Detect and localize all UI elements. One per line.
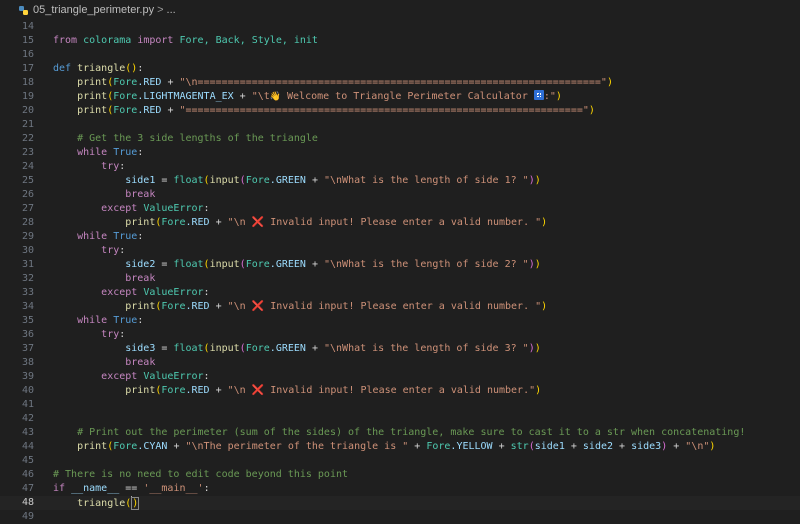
line-number: 40 <box>21 385 34 396</box>
waving-hand-icon: 👋 <box>269 92 281 102</box>
line-number: 16 <box>21 49 34 60</box>
code-line-48-active[interactable]: 48 triangle() <box>0 496 800 510</box>
cross-mark-icon: ❌ <box>251 217 265 228</box>
string-literal: "=======================================… <box>179 105 589 116</box>
code-line-15: 15 from colorama import Fore, Back, Style… <box>0 34 800 48</box>
line-number: 49 <box>21 511 34 522</box>
code-line-41: 41 <box>0 398 800 412</box>
line-number: 23 <box>21 147 34 158</box>
code-line-34: 34 print(Fore.RED + "\n ❌ Invalid input!… <box>0 300 800 314</box>
code-line-21: 21 <box>0 118 800 132</box>
code-line-20: 20 print(Fore.RED + "===================… <box>0 104 800 118</box>
code-line-33: 33 except ValueError: <box>0 286 800 300</box>
line-number: 27 <box>21 203 34 214</box>
line-number: 18 <box>21 77 34 88</box>
line-number: 15 <box>21 35 34 46</box>
code-line-49: 49 <box>0 510 800 524</box>
string-literal: "\n=====================================… <box>179 77 607 88</box>
line-number: 33 <box>21 287 34 298</box>
code-line-30: 30 try: <box>0 244 800 258</box>
line-number: 19 <box>21 91 34 102</box>
code-line-35: 35 while True: <box>0 314 800 328</box>
line-number: 44 <box>21 441 34 452</box>
code-editor[interactable]: 14 15 from colorama import Fore, Back, St… <box>0 20 800 524</box>
code-line-38: 38 break <box>0 356 800 370</box>
line-number: 14 <box>21 21 34 32</box>
comment: # Get the 3 side lengths of the triangle <box>77 133 318 144</box>
code-line-19: 19 print(Fore.LIGHTMAGENTA_EX + "\t👋 Wel… <box>0 90 800 104</box>
line-number: 37 <box>21 343 34 354</box>
code-line-26: 26 break <box>0 188 800 202</box>
line-number: 45 <box>21 455 34 466</box>
abacus-emoji-icon <box>533 90 544 100</box>
code-line-16: 16 <box>0 48 800 62</box>
line-number: 39 <box>21 371 34 382</box>
python-file-icon <box>18 5 29 16</box>
code-line-24: 24 try: <box>0 160 800 174</box>
line-number: 32 <box>21 273 34 284</box>
code-line-31: 31 side2 = float(input(Fore.GREEN + "\nW… <box>0 258 800 272</box>
breadcrumb[interactable]: 05_triangle_perimeter.py > ... <box>0 0 800 20</box>
line-number: 47 <box>21 483 34 494</box>
line-number: 31 <box>21 259 34 270</box>
line-number: 22 <box>21 133 34 144</box>
code-line-40: 40 print(Fore.RED + "\n ❌ Invalid input!… <box>0 384 800 398</box>
code-line-25: 25 side1 = float(input(Fore.GREEN + "\nW… <box>0 174 800 188</box>
line-number: 34 <box>21 301 34 312</box>
line-number: 28 <box>21 217 34 228</box>
code-line-37: 37 side3 = float(input(Fore.GREEN + "\nW… <box>0 342 800 356</box>
code-line-43: 43 # Print out the perimeter (sum of the… <box>0 426 800 440</box>
line-number: 21 <box>21 119 34 130</box>
line-number: 25 <box>21 175 34 186</box>
code-line-39: 39 except ValueError: <box>0 370 800 384</box>
breadcrumb-more[interactable]: ... <box>167 4 176 16</box>
code-line-28: 28 print(Fore.RED + "\n ❌ Invalid input!… <box>0 216 800 230</box>
code-line-42: 42 <box>0 412 800 426</box>
keyword: def <box>53 63 72 74</box>
line-number: 48 <box>21 497 34 508</box>
comment: # Print out the perimeter (sum of the si… <box>77 427 746 438</box>
code-line-18: 18 print(Fore.RED + "\n=================… <box>0 76 800 90</box>
code-line-17: 17 def triangle(): <box>0 62 800 76</box>
keyword: from <box>53 35 78 46</box>
line-number: 42 <box>21 413 34 424</box>
line-number: 20 <box>21 105 34 116</box>
module-name: colorama <box>83 35 132 46</box>
line-number: 17 <box>21 63 34 74</box>
breadcrumb-separator: > <box>157 4 164 16</box>
line-number: 38 <box>21 357 34 368</box>
line-number: 41 <box>21 399 34 410</box>
code-line-27: 27 except ValueError: <box>0 202 800 216</box>
line-number: 35 <box>21 315 34 326</box>
line-number: 30 <box>21 245 34 256</box>
imported-names: Fore, Back, Style, init <box>179 35 318 46</box>
code-line-23: 23 while True: <box>0 146 800 160</box>
line-number: 36 <box>21 329 34 340</box>
code-line-22: 22 # Get the 3 side lengths of the trian… <box>0 132 800 146</box>
code-line-46: 46 # There is no need to edit code beyond… <box>0 468 800 482</box>
function-name: triangle <box>77 63 126 74</box>
line-number: 46 <box>21 469 34 480</box>
line-number: 24 <box>21 161 34 172</box>
code-line-44: 44 print(Fore.CYAN + "\nThe perimeter of… <box>0 440 800 454</box>
code-line-47: 47 if __name__ == '__main__': <box>0 482 800 496</box>
cross-mark-icon: ❌ <box>251 385 265 396</box>
line-number: 43 <box>21 427 34 438</box>
comment: # There is no need to edit code beyond t… <box>53 469 349 480</box>
keyword: import <box>137 35 174 46</box>
code-line-36: 36 try: <box>0 328 800 342</box>
code-line-32: 32 break <box>0 272 800 286</box>
breadcrumb-filename[interactable]: 05_triangle_perimeter.py <box>33 4 154 16</box>
line-number: 26 <box>21 189 34 200</box>
line-number: 29 <box>21 231 34 242</box>
code-line-45: 45 <box>0 454 800 468</box>
cross-mark-icon: ❌ <box>251 301 265 312</box>
code-line-14: 14 <box>0 20 800 34</box>
code-line-29: 29 while True: <box>0 230 800 244</box>
